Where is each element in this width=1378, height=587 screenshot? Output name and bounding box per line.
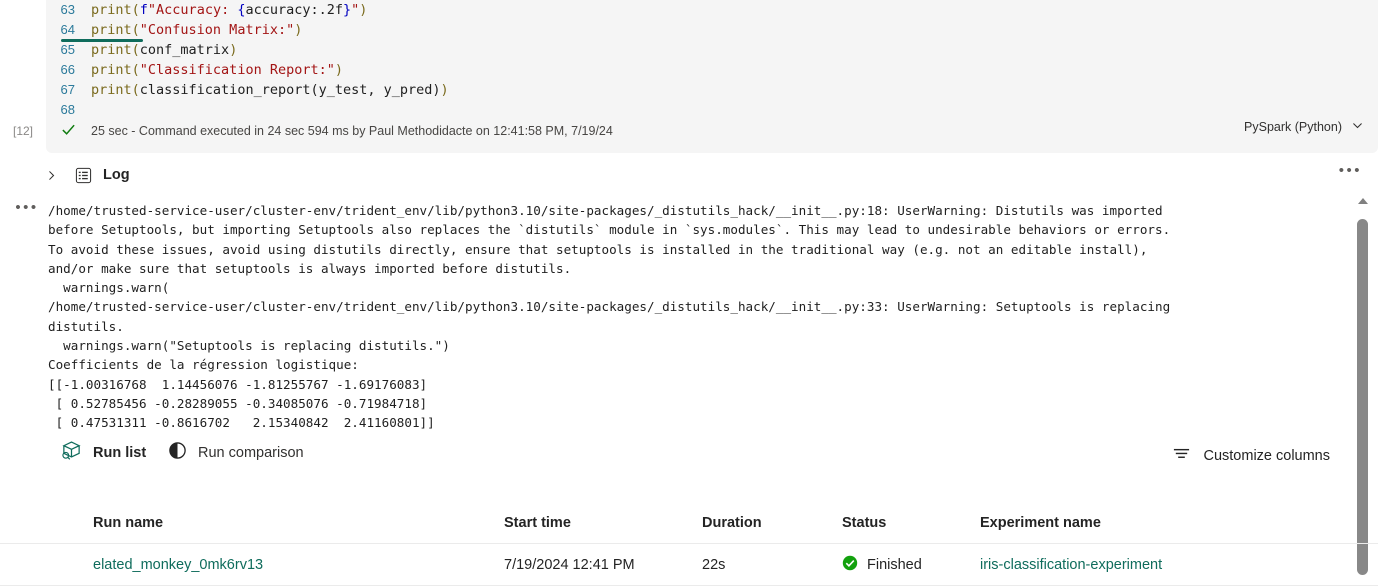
run-name-link[interactable]: elated_monkey_0mk6rv13 [93,557,263,573]
scroll-up-icon[interactable] [1358,198,1368,204]
tab-run-comparison[interactable]: Run comparison [168,436,304,470]
code-text: print("Classification Report:") [91,62,343,78]
code-editor[interactable]: 63 print(f"Accuracy: {accuracy:.2f}") 64 pr… [46,0,1378,120]
code-text: print(f"Accuracy: {accuracy:.2f}") [91,2,368,18]
output-options-icon[interactable]: ••• [8,200,46,216]
cell-status: Finished [842,555,980,575]
customize-columns-button[interactable]: Customize columns [1172,444,1330,467]
column-header-start-time[interactable]: Start time [504,515,702,531]
status-badge: Finished [867,556,922,573]
line-number: 65 [60,42,75,57]
code-line[interactable]: 67 print(classification_report(y_test, y_… [46,80,1378,100]
log-output-text: /home/trusted-service-user/cluster-env/t… [48,203,1171,431]
column-header-experiment-name[interactable]: Experiment name [980,515,1310,531]
runs-table: Run name Start time Duration Status Expe… [0,502,1378,586]
cell-duration: 22s [702,556,726,573]
code-line[interactable]: 65 print(conf_matrix) [46,40,1378,60]
more-options-icon[interactable]: ••• [1339,163,1362,179]
columns-filter-icon [1172,444,1191,467]
log-title: Log [103,167,130,183]
cell-run-name[interactable]: elated_monkey_0mk6rv13 [93,557,504,573]
checkmark-icon [46,122,91,140]
code-line[interactable]: 64 print("Confusion Matrix:") [46,20,1378,40]
tab-run-list-label: Run list [93,445,147,461]
line-number: 64 [60,22,75,37]
code-line[interactable]: 66 print("Classification Report:") [46,60,1378,80]
active-tab-indicator [61,39,143,42]
line-number: 68 [60,102,75,117]
notebook-cell: [12] 63 print(f"Accuracy: {accuracy:.2f}"… [0,0,1378,153]
table-row[interactable]: elated_monkey_0mk6rv13 7/19/2024 12:41 P… [0,544,1378,586]
column-header-run-name[interactable]: Run name [93,515,504,531]
run-list-icon [61,440,82,466]
code-text: print(conf_matrix) [91,42,238,58]
cell-status-bar: 25 sec - Command executed in 24 sec 594 … [46,118,1378,143]
code-line[interactable]: 68 [46,100,1378,120]
chevron-down-icon[interactable] [1351,119,1364,135]
customize-columns-label: Customize columns [1203,447,1330,464]
line-number: 66 [60,62,75,77]
tab-run-comparison-label: Run comparison [198,445,304,461]
chevron-right-icon[interactable] [42,166,60,184]
column-header-duration[interactable]: Duration [702,515,842,531]
code-line[interactable]: 63 print(f"Accuracy: {accuracy:.2f}") [46,0,1378,20]
run-comparison-icon [168,441,187,465]
line-number: 63 [60,2,75,17]
runs-tab-bar: Run list Run comparison [0,436,1378,480]
cell-start-time: 7/19/2024 12:41 PM [504,556,635,573]
execution-count: [12] [12,124,33,138]
code-text: print("Confusion Matrix:") [91,22,303,38]
cell-body: 63 print(f"Accuracy: {accuracy:.2f}") 64 pr… [46,0,1378,153]
log-list-icon [74,166,93,185]
notebook-output-screen: [12] 63 print(f"Accuracy: {accuracy:.2f}"… [0,0,1378,587]
kernel-selector[interactable]: PySpark (Python) [1244,119,1364,135]
experiment-name-link[interactable]: iris-classification-experiment [980,557,1162,573]
tab-run-list[interactable]: Run list [61,436,146,470]
column-header-status[interactable]: Status [842,515,980,531]
table-header-row: Run name Start time Duration Status Expe… [0,502,1378,544]
kernel-label: PySpark (Python) [1244,120,1342,134]
cell-experiment-name[interactable]: iris-classification-experiment [980,557,1310,573]
cell-status-text: 25 sec - Command executed in 24 sec 594 … [91,123,613,138]
line-number: 67 [60,82,75,97]
status-success-icon [842,555,858,575]
log-header[interactable]: Log [0,160,1378,190]
code-text: print(classification_report(y_test, y_pr… [91,82,449,98]
